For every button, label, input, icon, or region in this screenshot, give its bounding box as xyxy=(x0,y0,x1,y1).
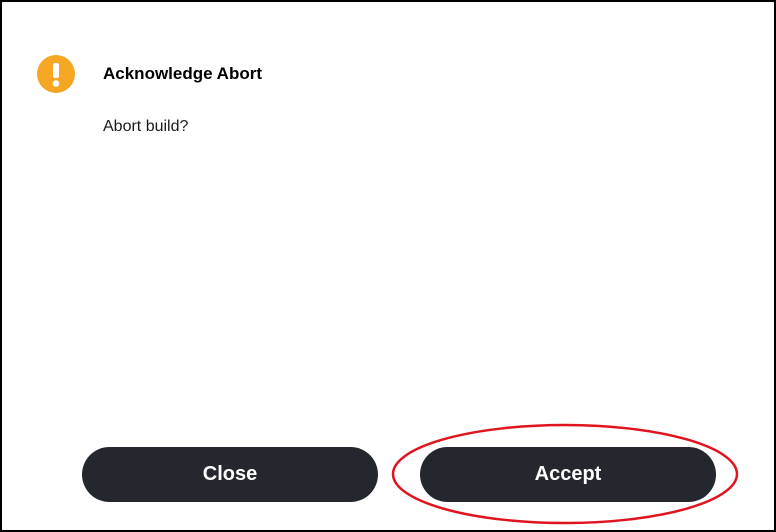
close-button[interactable]: Close xyxy=(82,447,378,502)
dialog-title: Acknowledge Abort xyxy=(103,64,262,83)
dialog-header: Acknowledge Abort xyxy=(37,55,262,93)
dialog-message: Abort build? xyxy=(103,118,189,135)
accept-button[interactable]: Accept xyxy=(420,447,716,502)
abort-dialog: Acknowledge Abort Abort build? Close Acc… xyxy=(0,0,776,532)
warning-icon xyxy=(37,55,75,93)
